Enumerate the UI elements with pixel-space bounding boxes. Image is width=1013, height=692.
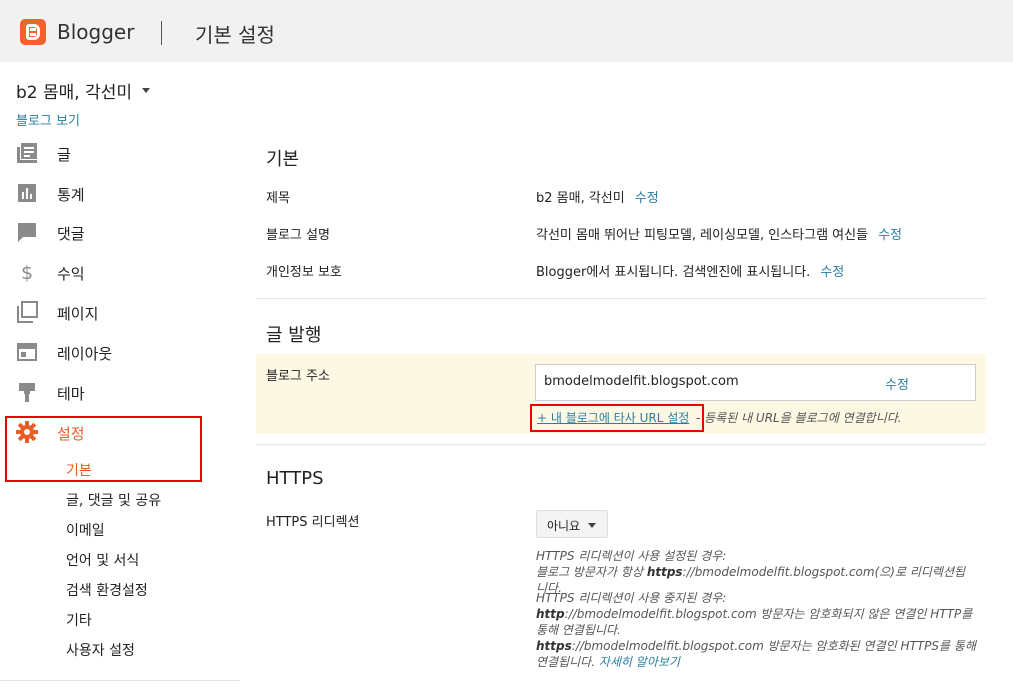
settings-sub-other[interactable]: 기타	[66, 610, 92, 630]
description-label: 블로그 설명	[266, 228, 330, 243]
sidebar-item-label: 수익	[57, 264, 85, 283]
settings-sub-language-formatting[interactable]: 언어 및 서식	[66, 550, 139, 570]
blog-address-label: 블로그 주소	[266, 369, 330, 384]
settings-sub-user-settings[interactable]: 사용자 설정	[66, 640, 135, 660]
dollar-icon: $	[16, 261, 40, 285]
caret-down-icon	[142, 87, 151, 93]
blogger-logo-icon[interactable]	[20, 19, 46, 45]
title-label: 제목	[266, 191, 290, 206]
posts-icon	[16, 142, 40, 166]
privacy-label: 개인정보 보호	[266, 265, 342, 280]
sidebar-item-label: 댓글	[57, 224, 85, 243]
sidebar-item-layout[interactable]: 레이아웃	[16, 339, 216, 367]
sidebar-item-theme[interactable]: 테마	[16, 379, 216, 407]
sidebar-item-label: 페이지	[57, 304, 99, 323]
sidebar-item-label: 레이아웃	[57, 344, 113, 363]
sidebar-item-label: 글	[57, 145, 71, 164]
edit-privacy-link[interactable]: 수정	[820, 265, 844, 280]
description-value-row: 각선미 몸매 뛰어난 피팅모델, 레이싱모델, 인스타그램 여신들 수정	[536, 224, 902, 243]
page-title: 기본 설정	[195, 23, 275, 47]
sidebar-item-label: 테마	[57, 384, 85, 403]
section-title-https: HTTPS	[266, 468, 324, 489]
https-enabled-help: HTTPS 리디렉션이 사용 설정된 경우: 블로그 방문자가 항상 https…	[536, 548, 976, 596]
title-value-row: b2 몸매, 각선미 수정	[536, 187, 659, 206]
section-title-basic: 기본	[266, 149, 300, 170]
settings-sub-posts-comments-sharing[interactable]: 글, 댓글 및 공유	[66, 490, 161, 510]
edit-description-link[interactable]: 수정	[878, 228, 902, 243]
sidebar-item-pages[interactable]: 페이지	[16, 299, 216, 327]
view-blog-link[interactable]: 블로그 보기	[16, 110, 80, 129]
blog-name: b2 몸매, 각선미	[16, 83, 133, 103]
header-divider	[161, 21, 162, 45]
stats-icon	[16, 182, 40, 206]
help-text-https: https://bmodelmodelfit.blogspot.com 방문자는…	[536, 639, 976, 669]
blog-address-box: bmodelmodelfit.blogspot.com 수정	[535, 364, 976, 401]
privacy-value-row: Blogger에서 표시됩니다. 검색엔진에 표시됩니다. 수정	[536, 261, 844, 280]
help-heading: HTTPS 리디렉션이 사용 설정된 경우:	[536, 549, 727, 563]
comments-icon	[16, 221, 40, 245]
settings-sub-email[interactable]: 이메일	[66, 520, 105, 540]
svg-text:$: $	[21, 262, 33, 283]
https-disabled-help: HTTPS 리디렉션이 사용 중지된 경우: http://bmodelmode…	[536, 590, 976, 670]
https-redirect-value: 아니요	[547, 519, 581, 533]
title-value: b2 몸매, 각선미	[536, 191, 625, 206]
https-redirect-dropdown[interactable]: 아니요	[536, 510, 608, 538]
blog-address-value: bmodelmodelfit.blogspot.com	[544, 374, 739, 389]
highlight-box	[530, 404, 704, 432]
help-text-http: http://bmodelmodelfit.blogspot.com 방문자는 …	[536, 607, 973, 637]
sidebar-item-label: 통계	[57, 185, 85, 204]
section-divider	[256, 298, 986, 299]
highlight-box	[5, 416, 202, 482]
layout-icon	[16, 341, 40, 365]
sidebar-item-posts[interactable]: 글	[16, 140, 216, 168]
https-redirect-label: HTTPS 리디렉션	[266, 515, 360, 530]
sidebar-item-earnings[interactable]: $ 수익	[16, 259, 216, 287]
privacy-value: Blogger에서 표시됩니다. 검색엔진에 표시됩니다.	[536, 265, 811, 280]
description-value: 각선미 몸매 뛰어난 피팅모델, 레이싱모델, 인스타그램 여신들	[536, 228, 869, 243]
settings-sub-search-preferences[interactable]: 검색 환경설정	[66, 580, 148, 600]
edit-address-link[interactable]: 수정	[885, 374, 909, 393]
custom-url-description: - 등록된 내 URL을 블로그에 연결합니다.	[696, 411, 902, 425]
theme-icon	[16, 381, 40, 405]
edit-title-link[interactable]: 수정	[635, 191, 659, 206]
top-header: Blogger 기본 설정	[0, 0, 1013, 62]
caret-down-icon	[588, 523, 596, 528]
sidebar-divider	[0, 680, 240, 681]
pages-icon	[16, 301, 40, 325]
app-title[interactable]: Blogger	[57, 20, 134, 44]
blog-selector[interactable]: b2 몸매, 각선미	[16, 78, 151, 103]
section-divider	[256, 444, 986, 445]
sidebar-item-comments[interactable]: 댓글	[16, 219, 216, 247]
help-heading: HTTPS 리디렉션이 사용 중지된 경우:	[536, 591, 727, 605]
sidebar-item-stats[interactable]: 통계	[16, 180, 216, 208]
learn-more-link[interactable]: 자세히 알아보기	[599, 655, 680, 669]
section-title-publishing: 글 발행	[266, 325, 322, 346]
